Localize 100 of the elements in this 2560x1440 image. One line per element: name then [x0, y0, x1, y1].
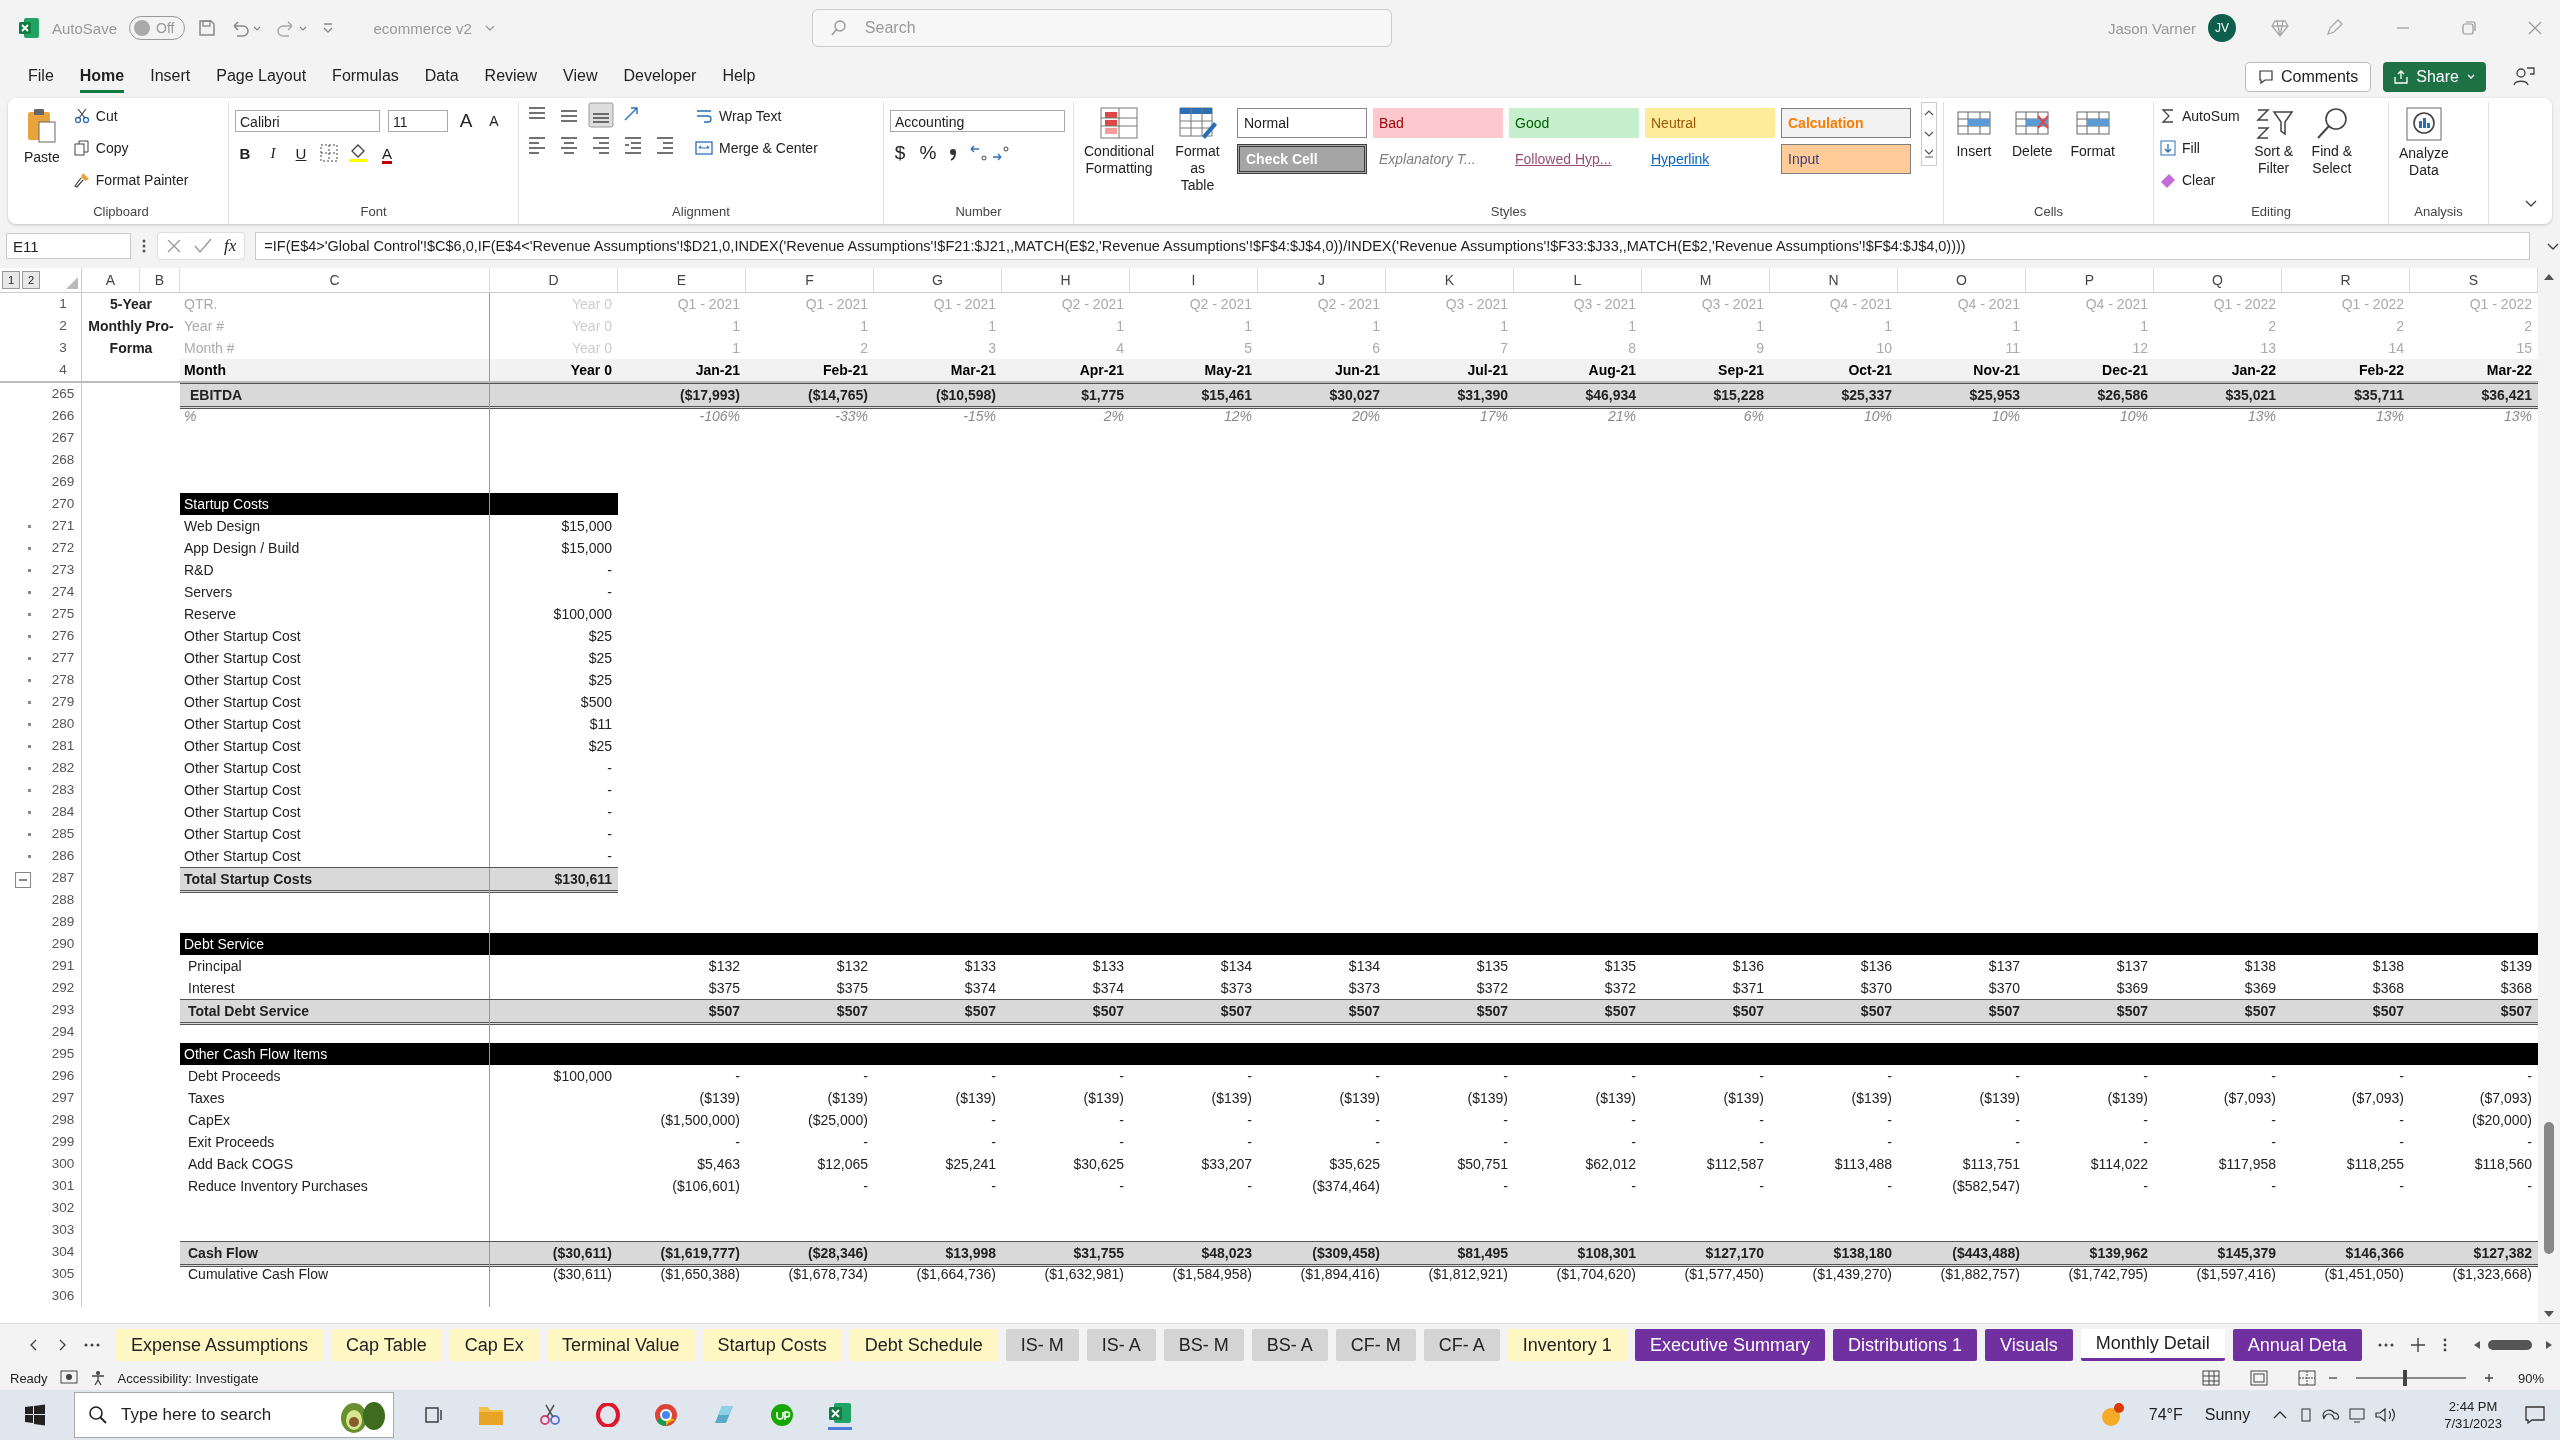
notifications-icon[interactable]	[2524, 1405, 2546, 1425]
sheet-tab[interactable]: CF- A	[1423, 1329, 1500, 1361]
fill-color-icon[interactable]	[347, 143, 369, 163]
temperature[interactable]: 74°F	[2148, 1406, 2183, 1424]
analyze-data-button[interactable]: Analyze Data	[2395, 102, 2453, 183]
cell-style-button[interactable]: Followed Hyp...	[1509, 144, 1639, 174]
column-header[interactable]: D	[490, 268, 618, 292]
zoom-level[interactable]: 90%	[2517, 1370, 2544, 1386]
scroll-up-icon[interactable]	[2543, 272, 2555, 282]
cut-button[interactable]: Cut	[73, 102, 189, 130]
sheet-tab[interactable]: Monthly Detail	[2080, 1329, 2225, 1361]
menu-tab[interactable]: Insert	[150, 61, 191, 93]
vertical-scrollbar[interactable]	[2538, 268, 2560, 1323]
sheet-tab[interactable]: Annual Deta	[2232, 1329, 2362, 1361]
share-button[interactable]: Share	[2383, 62, 2486, 92]
cell-style-button[interactable]: Neutral	[1645, 108, 1775, 138]
comments-button[interactable]: Comments	[2244, 62, 2372, 92]
bold-button[interactable]: B	[235, 142, 255, 164]
zoom-in-icon[interactable]	[2483, 1373, 2494, 1383]
opera-icon[interactable]	[596, 1403, 620, 1427]
windows-start-icon[interactable]	[24, 1404, 46, 1426]
menu-tab[interactable]: Formulas	[332, 61, 399, 93]
column-header[interactable]: L	[1514, 268, 1642, 292]
column-header[interactable]: E	[618, 268, 746, 292]
sheet-tab[interactable]: CF- M	[1335, 1329, 1416, 1361]
font-family-dropdown[interactable]: Calibri	[235, 110, 380, 132]
snipping-tool-icon[interactable]	[538, 1403, 562, 1427]
column-header[interactable]: M	[1642, 268, 1770, 292]
sheet-tab[interactable]: Expense Assumptions	[116, 1329, 324, 1361]
sheet-tab[interactable]: Inventory 1	[1507, 1329, 1627, 1361]
scroll-down-icon[interactable]	[2543, 1309, 2555, 1319]
sheet-tab[interactable]: Startup Costs	[702, 1329, 842, 1361]
clock-date[interactable]: 7/31/2023	[2444, 1415, 2502, 1432]
column-header[interactable]: O	[1898, 268, 2026, 292]
column-header[interactable]: K	[1386, 268, 1514, 292]
scrollbar-thumb[interactable]	[2544, 1121, 2554, 1255]
cells-button[interactable]: Delete	[2008, 102, 2057, 164]
normal-view-icon[interactable]	[2201, 1370, 2220, 1386]
outline-level-button[interactable]: 1	[2, 271, 20, 289]
shrink-font-button[interactable]: A	[484, 110, 504, 132]
menu-tab[interactable]: Page Layout	[216, 61, 307, 93]
sheet-tab[interactable]: Terminal Value	[546, 1329, 695, 1361]
fill-button[interactable]: Fill	[2160, 134, 2240, 162]
zoom-slider-thumb[interactable]	[2403, 1370, 2408, 1386]
grow-font-button[interactable]: A	[456, 110, 476, 132]
format-as-table-button[interactable]: Format as Table	[1168, 102, 1227, 198]
wrap-text-button[interactable]: Wrap Text	[695, 102, 818, 130]
currency-button[interactable]: $	[890, 142, 910, 164]
accessibility-status[interactable]: Accessibility: Investigate	[117, 1370, 259, 1386]
decimal-icon[interactable]	[968, 143, 1012, 163]
cell-style-button[interactable]: Hyperlink	[1645, 144, 1775, 174]
font-size-dropdown[interactable]: 11	[388, 110, 448, 132]
save-icon[interactable]	[197, 18, 218, 38]
column-header[interactable]: B	[140, 268, 180, 292]
cells-button[interactable]: Insert	[1950, 102, 1998, 164]
scroll-right-icon[interactable]	[2543, 1340, 2554, 1350]
column-header[interactable]: J	[1258, 268, 1386, 292]
scrollbar-thumb[interactable]	[2487, 1340, 2532, 1350]
cell-style-button[interactable]: Good	[1509, 108, 1639, 138]
sheet-tab[interactable]: Executive Summary	[1634, 1329, 1825, 1361]
column-header[interactable]: P	[2026, 268, 2154, 292]
search-field[interactable]: Search	[811, 9, 1392, 47]
percent-button[interactable]: %	[918, 142, 938, 164]
column-header[interactable]: G	[874, 268, 1002, 292]
sheet-tab[interactable]: IS- A	[1086, 1329, 1156, 1361]
chrome-icon[interactable]	[654, 1403, 678, 1427]
menu-tab[interactable]: View	[563, 61, 598, 93]
more-sheets-icon[interactable]	[84, 1342, 100, 1348]
menu-tab[interactable]: Home	[79, 61, 125, 93]
accessibility-icon[interactable]	[89, 1370, 106, 1386]
sheet-tab[interactable]: IS- M	[1005, 1329, 1079, 1361]
cell-style-button[interactable]: Explanatory T...	[1373, 144, 1503, 174]
taskbar-search-field[interactable]: Type here to search	[74, 1392, 394, 1438]
font-color-button[interactable]: A	[377, 142, 397, 164]
column-header[interactable]: I	[1130, 268, 1258, 292]
column-header[interactable]: H	[1002, 268, 1130, 292]
column-header[interactable]: N	[1770, 268, 1898, 292]
cell-style-button[interactable]: Input	[1781, 144, 1911, 174]
check-icon[interactable]	[194, 238, 212, 254]
clear-button[interactable]: Clear	[2160, 166, 2240, 194]
macro-record-icon[interactable]	[59, 1370, 78, 1386]
styles-scroll-icon[interactable]	[1921, 102, 1937, 166]
italic-button[interactable]: I	[263, 142, 283, 164]
column-header[interactable]: C	[180, 268, 490, 292]
sort-filter-button[interactable]: Sort & Filter	[2249, 102, 2298, 181]
insert-function-button[interactable]: fx	[224, 236, 237, 256]
formula-field[interactable]: =IF(E$4>'Global Control'!$C$6,0,IF(E$4<'Revenue Assumptions'!$D21,0,INDEX('Revenue Assumptions'!$F21:$J21,,MATCH(E$2,'Revenue Assumptions'!$F$4:$J$4,0))/INDEX('Revenue Assumptions'!$F33:$J33,,MATCH(E$2,'Revenue Assumptions'!$F$4:$J$4,0))))	[255, 232, 2530, 260]
find-select-button[interactable]: Find & Select	[2307, 102, 2357, 181]
app-logo-icon[interactable]	[770, 1403, 794, 1427]
column-header[interactable]: Q	[2154, 268, 2282, 292]
autosum-button[interactable]: AutoSum	[2160, 102, 2240, 130]
column-header[interactable]: R	[2282, 268, 2410, 292]
page-break-icon[interactable]	[2297, 1370, 2316, 1386]
menu-tab[interactable]: File	[28, 61, 54, 93]
page-layout-icon[interactable]	[2249, 1370, 2268, 1386]
sheet-tab[interactable]: Distributions 1	[1832, 1329, 1977, 1361]
column-header[interactable]: F	[746, 268, 874, 292]
column-header[interactable]: A	[82, 268, 140, 292]
outline-level-button[interactable]: 2	[22, 271, 40, 289]
menu-tab[interactable]: Data	[424, 61, 459, 93]
